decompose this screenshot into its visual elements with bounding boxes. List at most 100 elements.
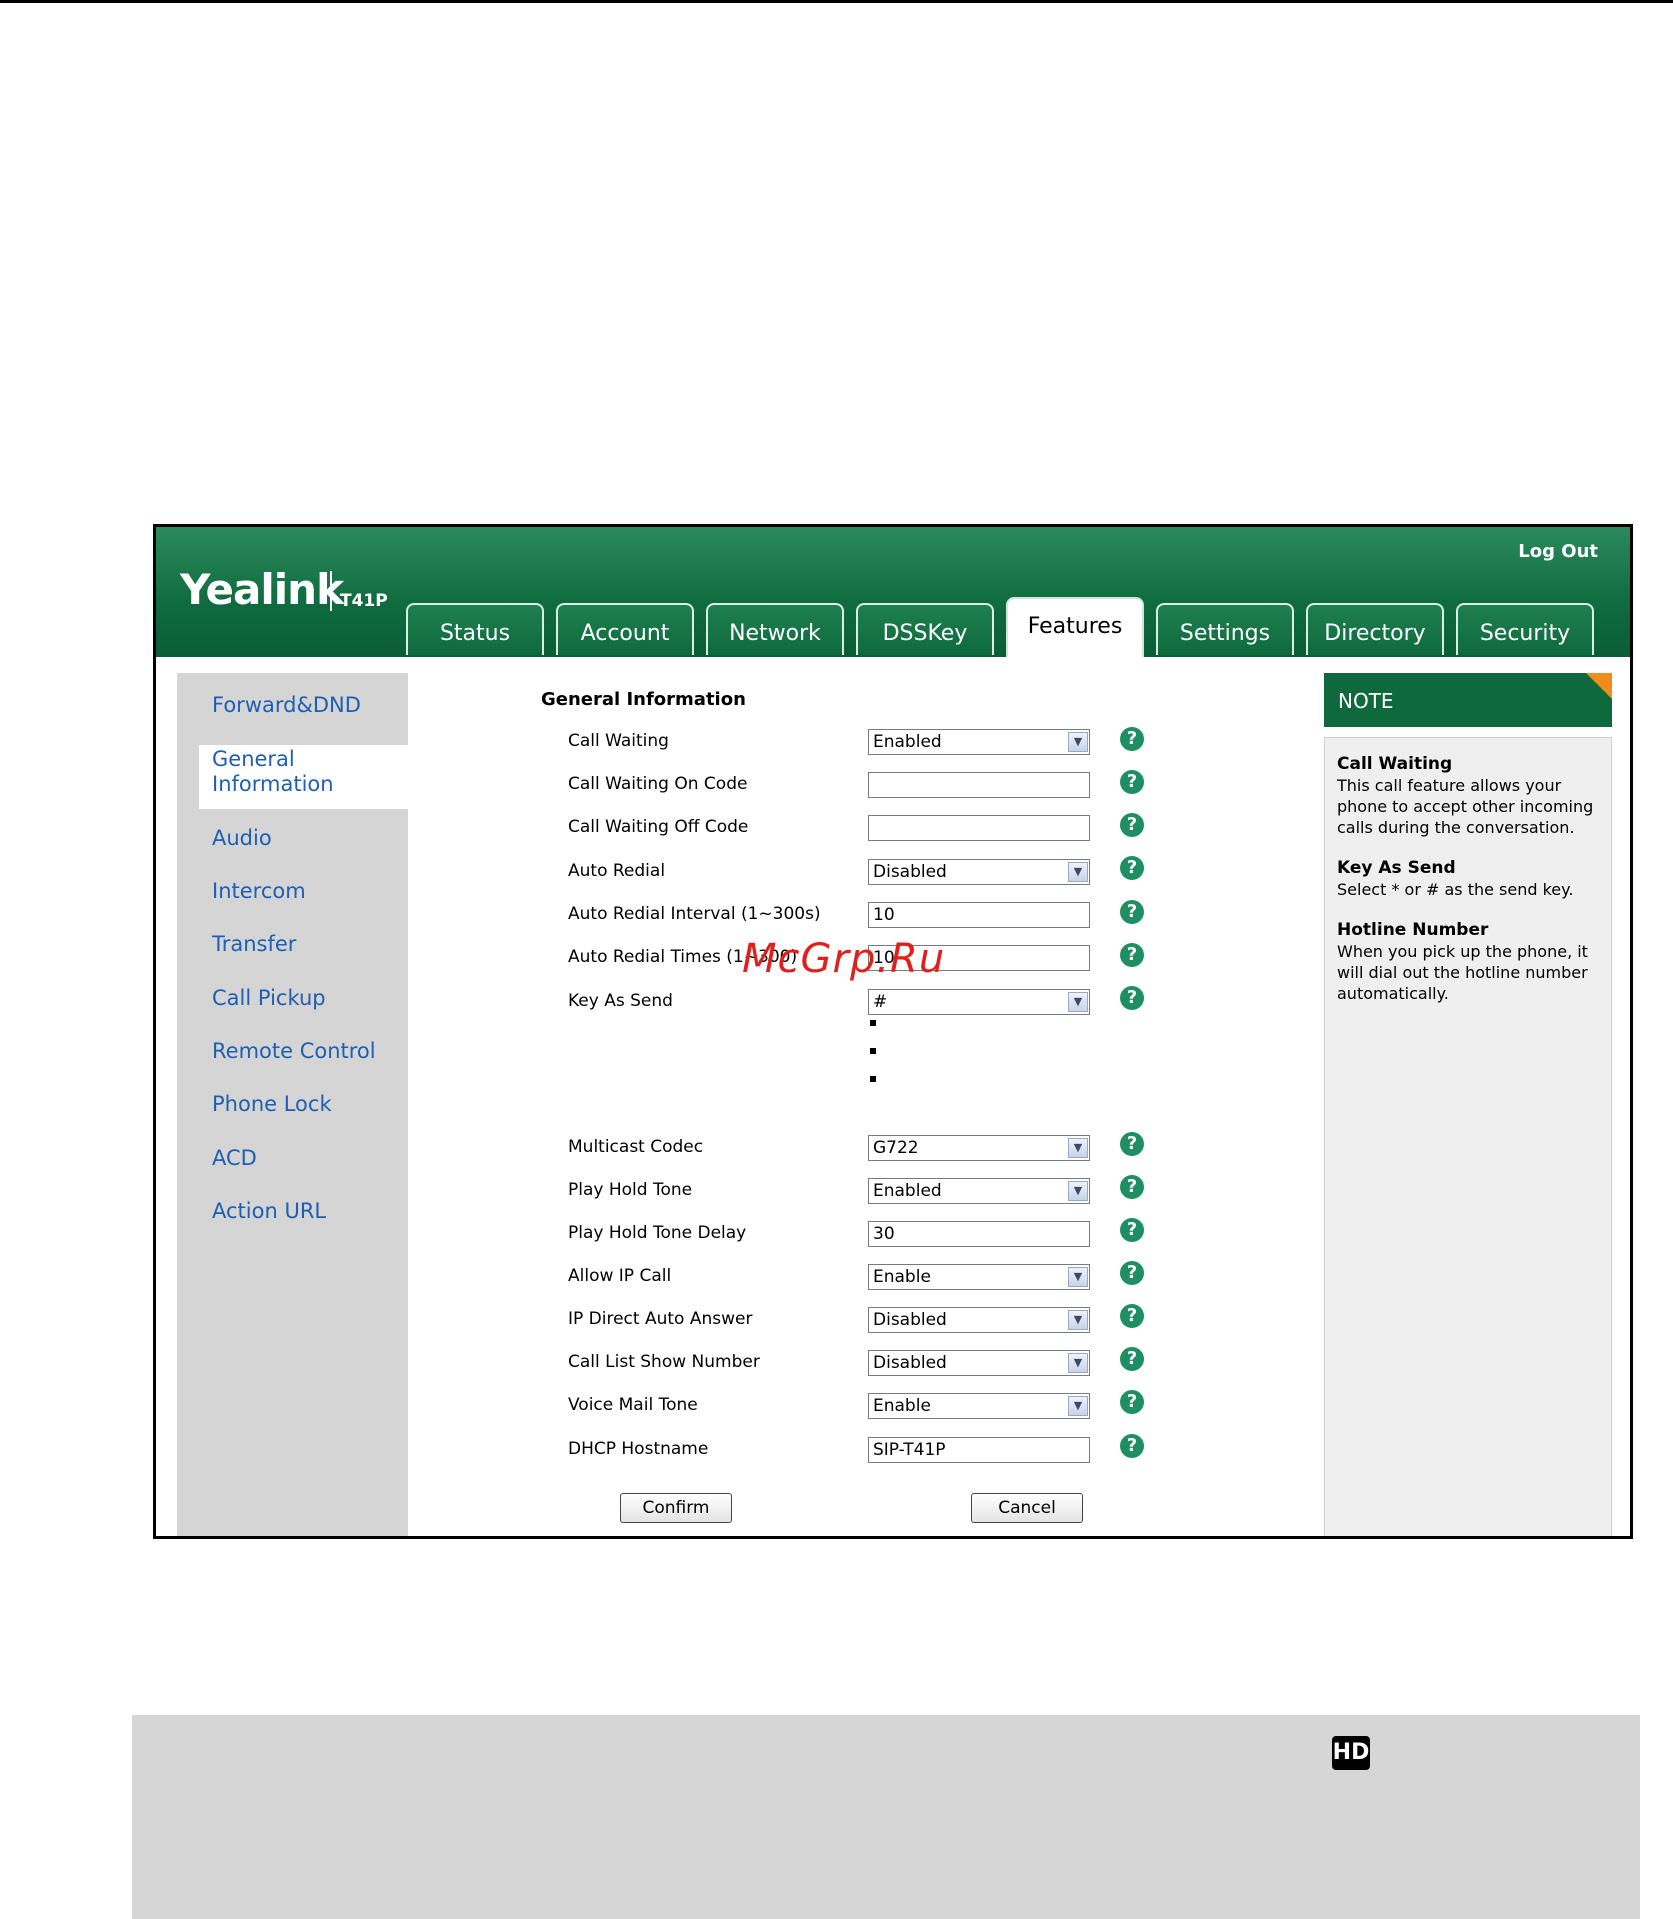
sidebar-item-intercom[interactable]: Intercom xyxy=(212,879,306,904)
call-waiting-select[interactable]: Enabled ▼ xyxy=(868,729,1090,755)
brand-logo: Yealink xyxy=(180,565,344,614)
field-label: Call Waiting On Code xyxy=(568,774,748,794)
note-title: NOTE xyxy=(1338,689,1394,713)
field-label: Call Waiting Off Code xyxy=(568,817,749,837)
auto-redial-select[interactable]: Disabled ▼ xyxy=(868,859,1090,885)
settings-form: General Information Call Waiting Enabled… xyxy=(408,657,1466,1536)
call-list-show-number-select[interactable]: Disabled ▼ xyxy=(868,1350,1090,1376)
logo-divider xyxy=(330,571,332,611)
help-icon[interactable]: ? xyxy=(1120,1347,1144,1371)
sidebar: Forward&DND General Information Audio In… xyxy=(177,673,420,1536)
bottom-note-band xyxy=(132,1715,1640,1919)
ellipsis-dot xyxy=(870,1020,876,1026)
note-panel: NOTE Call Waiting This call feature allo… xyxy=(1324,673,1612,1536)
section-title: General Information xyxy=(541,689,746,710)
note-header: NOTE xyxy=(1324,673,1612,727)
note-body: Call Waiting This call feature allows yo… xyxy=(1324,737,1612,1536)
note-block: Key As Send Select * or # as the send ke… xyxy=(1337,858,1599,900)
note-text: When you pick up the phone, it will dial… xyxy=(1337,942,1588,1003)
chevron-down-icon: ▼ xyxy=(1068,862,1088,882)
note-block: Call Waiting This call feature allows yo… xyxy=(1337,754,1599,838)
tab-dsskey[interactable]: DSSKey xyxy=(856,603,994,655)
tab-security[interactable]: Security xyxy=(1456,603,1594,655)
help-icon[interactable]: ? xyxy=(1120,1261,1144,1285)
help-icon[interactable]: ? xyxy=(1120,727,1144,751)
key-as-send-select[interactable]: # ▼ xyxy=(868,989,1090,1015)
help-icon[interactable]: ? xyxy=(1120,986,1144,1010)
field-label: Allow IP Call xyxy=(568,1266,672,1286)
help-icon[interactable]: ? xyxy=(1120,1434,1144,1458)
note-block: Hotline Number When you pick up the phon… xyxy=(1337,920,1599,1004)
chevron-down-icon: ▼ xyxy=(1068,1353,1088,1373)
tab-status[interactable]: Status xyxy=(406,603,544,655)
tab-network[interactable]: Network xyxy=(706,603,844,655)
field-label: DHCP Hostname xyxy=(568,1439,709,1459)
sidebar-item-transfer[interactable]: Transfer xyxy=(212,932,296,957)
field-label: Play Hold Tone xyxy=(568,1180,693,1200)
sidebar-item-general-information[interactable]: General Information xyxy=(212,747,334,797)
help-icon[interactable]: ? xyxy=(1120,1390,1144,1414)
auto-redial-interval-input[interactable]: 10 xyxy=(868,902,1090,928)
tab-directory[interactable]: Directory xyxy=(1306,603,1444,655)
watermark: McGrp.Ru xyxy=(742,936,946,982)
field-label: Play Hold Tone Delay xyxy=(568,1223,747,1243)
field-label: Call Waiting xyxy=(568,731,669,751)
field-label: Auto Redial Interval (1~300s) xyxy=(568,904,821,924)
note-text: This call feature allows your phone to a… xyxy=(1337,776,1594,837)
hd-icon: HD xyxy=(1332,1736,1370,1770)
help-icon[interactable]: ? xyxy=(1120,1304,1144,1328)
content-area: Forward&DND General Information Audio In… xyxy=(156,657,1630,1536)
model-label: T41P xyxy=(340,591,388,611)
sidebar-item-phone-lock[interactable]: Phone Lock xyxy=(212,1092,332,1117)
sidebar-item-action-url[interactable]: Action URL xyxy=(212,1199,326,1224)
note-heading: Key As Send xyxy=(1337,858,1456,878)
note-text: Select * or # as the send key. xyxy=(1337,880,1574,899)
field-label: Key As Send xyxy=(568,991,673,1011)
tab-settings[interactable]: Settings xyxy=(1156,603,1294,655)
chevron-down-icon: ▼ xyxy=(1068,992,1088,1012)
allow-ip-call-select[interactable]: Enable ▼ xyxy=(868,1264,1090,1290)
ellipsis-dot xyxy=(870,1048,876,1054)
multicast-codec-select[interactable]: G722 ▼ xyxy=(868,1135,1090,1161)
tab-features[interactable]: Features xyxy=(1006,597,1144,657)
chevron-down-icon: ▼ xyxy=(1068,1396,1088,1416)
sidebar-item-call-pickup[interactable]: Call Pickup xyxy=(212,986,326,1011)
play-hold-tone-select[interactable]: Enabled ▼ xyxy=(868,1178,1090,1204)
chevron-down-icon: ▼ xyxy=(1068,1181,1088,1201)
dhcp-hostname-input[interactable]: SIP-T41P xyxy=(868,1437,1090,1463)
field-label: Multicast Codec xyxy=(568,1137,704,1157)
help-icon[interactable]: ? xyxy=(1120,770,1144,794)
logout-link[interactable]: Log Out xyxy=(1518,541,1598,562)
note-heading: Hotline Number xyxy=(1337,920,1489,940)
sidebar-item-audio[interactable]: Audio xyxy=(212,826,272,851)
confirm-button[interactable]: Confirm xyxy=(620,1493,732,1523)
note-heading: Call Waiting xyxy=(1337,754,1453,774)
sidebar-item-forward-dnd[interactable]: Forward&DND xyxy=(212,693,361,718)
page-top-rule xyxy=(0,0,1673,3)
play-hold-tone-delay-input[interactable]: 30 xyxy=(868,1221,1090,1247)
help-icon[interactable]: ? xyxy=(1120,1132,1144,1156)
sidebar-item-label: General xyxy=(212,747,295,771)
sidebar-item-remote-control[interactable]: Remote Control xyxy=(212,1039,376,1064)
help-icon[interactable]: ? xyxy=(1120,813,1144,837)
chevron-down-icon: ▼ xyxy=(1068,1267,1088,1287)
chevron-down-icon: ▼ xyxy=(1068,1138,1088,1158)
field-label: Voice Mail Tone xyxy=(568,1395,698,1415)
call-waiting-off-code-input[interactable] xyxy=(868,815,1090,841)
help-icon[interactable]: ? xyxy=(1120,856,1144,880)
call-waiting-on-code-input[interactable] xyxy=(868,772,1090,798)
ip-direct-auto-answer-select[interactable]: Disabled ▼ xyxy=(868,1307,1090,1333)
tab-account[interactable]: Account xyxy=(556,603,694,655)
note-corner-flag xyxy=(1586,673,1612,699)
help-icon[interactable]: ? xyxy=(1120,1218,1144,1242)
sidebar-item-acd[interactable]: ACD xyxy=(212,1146,257,1171)
help-icon[interactable]: ? xyxy=(1120,900,1144,924)
cancel-button[interactable]: Cancel xyxy=(971,1493,1083,1523)
header-bar: Yealink T41P Log Out Status Account Netw… xyxy=(156,527,1630,657)
help-icon[interactable]: ? xyxy=(1120,943,1144,967)
web-ui-screenshot: Yealink T41P Log Out Status Account Netw… xyxy=(153,524,1633,1539)
field-label: IP Direct Auto Answer xyxy=(568,1309,753,1329)
field-label: Call List Show Number xyxy=(568,1352,760,1372)
voice-mail-tone-select[interactable]: Enable ▼ xyxy=(868,1393,1090,1419)
help-icon[interactable]: ? xyxy=(1120,1175,1144,1199)
